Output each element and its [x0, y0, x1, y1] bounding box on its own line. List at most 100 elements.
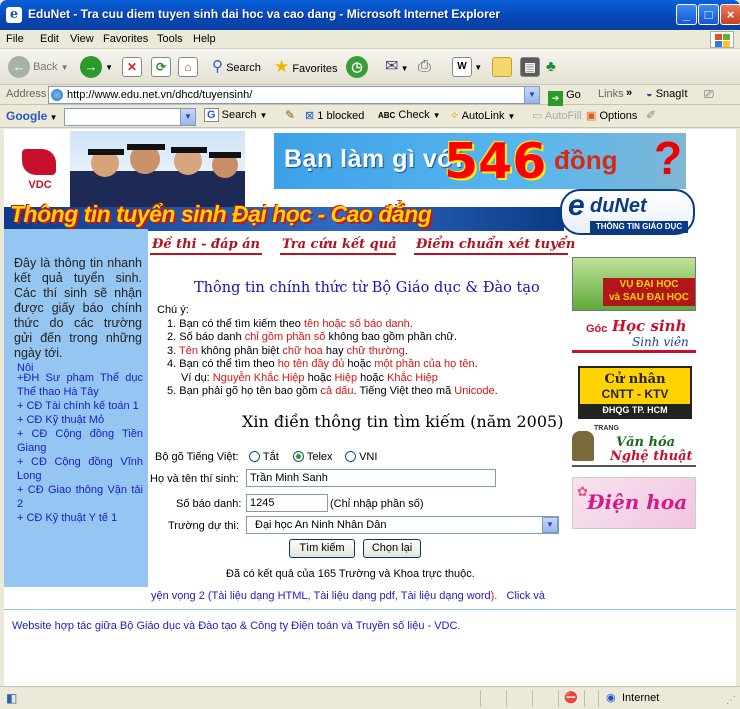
menu-view[interactable]: View: [70, 33, 94, 45]
pencil-icon[interactable]: ✐: [646, 108, 656, 122]
google-search-button[interactable]: G Search ▼: [204, 108, 267, 122]
menu-favorites[interactable]: Favorites: [103, 33, 148, 45]
address-dropdown-button[interactable]: ▼: [524, 86, 540, 104]
menu-help[interactable]: Help: [193, 33, 216, 45]
school-link[interactable]: + CĐ Cộng đồng Tiền Giang: [17, 427, 143, 455]
snagit-button[interactable]: ◒ SnagIt: [646, 88, 688, 100]
promo-banner-546[interactable]: Bạn làm gì với 546 đồng ?: [274, 132, 686, 190]
footer-text[interactable]: Website hợp tác giữa Bộ Giáo dục và Đào …: [12, 620, 461, 632]
chevron-right-icon[interactable]: »: [626, 87, 632, 99]
click-link[interactable]: Click và: [507, 590, 546, 602]
reset-button[interactable]: Chọn lại: [363, 539, 421, 558]
nav-cutoff-scores[interactable]: Điểm chuẩn xét tuyển: [416, 237, 575, 252]
resize-grip-icon[interactable]: ⋰: [726, 695, 736, 706]
go-button[interactable]: ➔ Go: [548, 86, 581, 106]
forward-button[interactable]: → ▼: [80, 55, 113, 79]
autofill-button[interactable]: ▭ AutoFill: [532, 109, 582, 122]
typing-off-option[interactable]: Tắt: [249, 451, 279, 463]
school-link[interactable]: + CĐ Cộng đồng Vĩnh Long: [17, 455, 143, 483]
refresh-icon: ⟳: [151, 57, 171, 78]
name-input[interactable]: Trần Minh Sanh: [246, 469, 496, 487]
home-button[interactable]: ⌂: [178, 55, 198, 79]
school-select[interactable]: Đại học An Ninh Nhân Dân ▼: [246, 516, 559, 534]
autolink-label: AutoLink: [461, 110, 505, 122]
popup-blocker-icon: ⊠: [305, 110, 315, 122]
favorites-button[interactable]: ★ Favorites: [274, 55, 338, 79]
radio-vni[interactable]: [345, 451, 356, 462]
sbd-input[interactable]: 1245: [246, 494, 328, 512]
menu-edit[interactable]: Edit: [40, 33, 59, 45]
sidebar: Đây là thông tin nhanh kết quả tuyển sin…: [4, 229, 148, 587]
snagit-capture-icon[interactable]: ⎚: [704, 87, 714, 102]
pagerank-icon[interactable]: ✎: [285, 108, 295, 122]
google-logo[interactable]: Google ▼: [6, 109, 57, 123]
research-button[interactable]: ▤: [520, 55, 540, 79]
options-button[interactable]: ▣ Options: [586, 109, 637, 122]
page-status-icon: ◧: [6, 691, 18, 705]
google-search-label: Search: [221, 109, 257, 121]
links-label[interactable]: Links: [598, 88, 624, 100]
address-input[interactable]: http://www.edu.net.vn/dhcd/tuyensinh/: [48, 86, 540, 104]
options-icon: ▣: [586, 110, 597, 122]
back-button[interactable]: ← Back ▼: [8, 55, 69, 79]
menu-file[interactable]: File: [6, 33, 24, 45]
windows-flag-icon: [710, 31, 734, 48]
address-label: Address: [6, 88, 47, 100]
close-button[interactable]: ×: [720, 4, 740, 25]
title-bar: e EduNet - Tra cuu diem tuyen sinh dai h…: [0, 0, 740, 30]
school-link[interactable]: + CĐ Kỹ thuật Y tế 1: [17, 511, 143, 525]
banner-goc-hoc-sinh[interactable]: Góc Học sinh Sinh viên: [572, 315, 696, 357]
school-dropdown-arrow[interactable]: ▼: [542, 517, 558, 533]
radio-telex[interactable]: [293, 451, 304, 462]
school-link[interactable]: + CĐ Kỹ thuật Mỏ: [17, 413, 143, 427]
autolink-icon: ✧: [450, 110, 460, 122]
mail-button[interactable]: ✉ ▼: [385, 55, 409, 79]
search-label: Search: [226, 62, 261, 74]
typing-telex-option[interactable]: Telex: [293, 451, 333, 463]
nav-lookup-results[interactable]: Tra cứu kết quả: [282, 237, 397, 252]
nv2-link[interactable]: yện vọng 2 (: [151, 590, 212, 602]
search-button[interactable]: ⚲ Search: [212, 55, 261, 79]
school-link[interactable]: + CĐ Giao thông Vận tải 2: [17, 483, 143, 511]
google-search-input[interactable]: [64, 108, 196, 126]
autofill-icon: ▭: [532, 110, 543, 122]
school-link[interactable]: +ĐH Sư phạm Thể dục Thể thao Hà Tây: [17, 371, 143, 399]
typing-vni-option[interactable]: VNI: [345, 451, 377, 463]
banner-cu-nhan-cntt[interactable]: Cử nhân CNTT - KTV ĐHQG TP. HCM: [578, 366, 692, 419]
messenger-button[interactable]: ♣: [546, 55, 556, 79]
menu-tools[interactable]: Tools: [157, 33, 183, 45]
school-link-list: Nội +ĐH Sư phạm Thể dục Thể thao Hà Tây …: [17, 362, 143, 525]
google-search-dropdown[interactable]: ▼: [180, 108, 196, 126]
spell-check-button[interactable]: ABC Check ▼: [378, 109, 441, 121]
menu-bar: File Edit View Favorites Tools Help: [0, 30, 740, 49]
school-link-partial[interactable]: Nội: [17, 361, 143, 371]
history-button[interactable]: ◷: [346, 55, 368, 79]
messenger-icon: ♣: [546, 58, 556, 75]
refresh-button[interactable]: ⟳: [151, 55, 171, 79]
search-submit-button[interactable]: Tìm kiếm: [289, 539, 355, 558]
banner-van-hoa-nghe-thuat[interactable]: TRANG Văn hóa Nghệ thuật: [572, 425, 696, 467]
discuss-button[interactable]: [492, 55, 512, 79]
zone-label: Internet: [622, 692, 660, 704]
minimize-button[interactable]: _: [676, 4, 697, 25]
word-doc-link[interactable]: Tài liệu dạng word: [401, 590, 491, 602]
internet-zone-icon: ◉: [606, 692, 616, 704]
maximize-button[interactable]: □: [698, 4, 719, 25]
stop-button[interactable]: ✕: [122, 55, 142, 79]
banner-dien-hoa[interactable]: Điện hoa ✿: [572, 477, 696, 529]
print-button[interactable]: ⎙: [418, 55, 431, 79]
autolink-button[interactable]: ✧ AutoLink ▼: [450, 109, 515, 122]
popup-blocked-status-icon[interactable]: ⛔: [564, 691, 578, 704]
html-doc-link[interactable]: Tài liệu dạng HTML: [212, 590, 308, 602]
banner-vu-dai-hoc[interactable]: VỤ ĐẠI HỌC và SAU ĐẠI HỌC: [572, 257, 696, 311]
edit-button[interactable]: W ▼: [452, 55, 482, 79]
popup-blocker-button[interactable]: ⊠ 1 blocked: [305, 109, 364, 122]
sbd-hint: (Chỉ nhập phần số): [330, 498, 424, 510]
school-link[interactable]: + CĐ Tài chính kế toán 1: [17, 399, 143, 413]
nav-exam-answers[interactable]: Đề thi - đáp án: [152, 237, 260, 252]
radio-off[interactable]: [249, 451, 260, 462]
forward-arrow-icon: →: [80, 56, 102, 79]
pdf-doc-link[interactable]: Tài liệu dạng pdf: [313, 590, 394, 602]
notes-section: Chú ý: 1. Bạn có thể tìm kiếm theo tên h…: [157, 304, 498, 397]
vdc-logo: VDC: [16, 145, 64, 195]
